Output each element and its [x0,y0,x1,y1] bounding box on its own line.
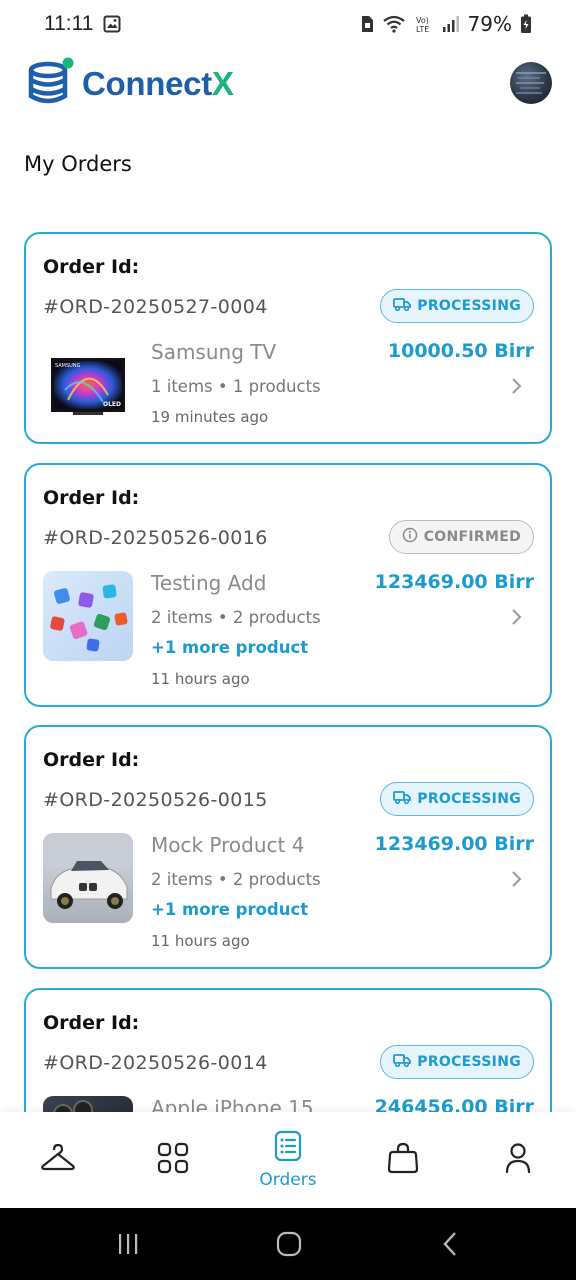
order-card[interactable]: Order Id: #ORD-20250527-0004 PROCESSING … [24,232,552,444]
nav-item-cart[interactable] [353,1112,453,1208]
image-notification-icon [103,15,121,33]
wifi-icon [382,15,406,33]
status-badge: PROCESSING [380,1045,534,1079]
order-time: 19 minutes ago [151,408,269,426]
order-id-label: Order Id: [43,487,140,509]
nav-item-home[interactable] [8,1112,108,1208]
order-id: #ORD-20250526-0014 [43,1052,268,1074]
grid-icon [157,1142,189,1178]
order-meta: 1 items • 1 products [151,377,321,396]
volte-icon: Vo) LTE [414,14,434,34]
recent-apps-button[interactable] [116,1230,140,1258]
database-logo-icon [28,56,74,112]
samsung-tv-thumb: SAMSUNG OLED [43,340,133,430]
info-circle-icon [402,527,418,547]
svg-text:SAMSUNG: SAMSUNG [55,363,81,369]
nav-item-orders[interactable]: Orders [238,1112,338,1208]
bottom-nav: Orders [0,1112,576,1208]
bag-icon [387,1142,419,1178]
truck-icon [393,790,412,808]
chevron-right-icon[interactable] [510,376,524,396]
system-nav-bar [0,1208,576,1280]
product-name: Apple iPhone 15 [151,1096,314,1112]
nav-label-orders: Orders [259,1170,317,1190]
nav-item-categories[interactable] [123,1112,223,1208]
order-price: 123469.00 Birr [374,833,534,855]
status-time: 11:11 [44,12,94,35]
truck-icon [393,1053,412,1071]
connectx-logo[interactable]: ConnectX [28,56,234,112]
svg-text:OLED: OLED [103,401,121,408]
svg-text:Vo): Vo) [416,16,429,25]
back-button[interactable] [440,1230,460,1258]
chevron-right-icon[interactable] [510,607,524,627]
order-card[interactable]: Order Id: #ORD-20250526-0014 PROCESSING … [24,988,552,1112]
status-badge: PROCESSING [380,782,534,816]
nav-item-profile[interactable] [468,1112,568,1208]
app-header: ConnectX [0,54,576,114]
car-thumb [43,833,133,923]
chevron-right-icon[interactable] [510,869,524,889]
product-name: Mock Product 4 [151,833,305,857]
status-bar: 11:11 Vo) LTE 79% [0,0,576,48]
logo-text: ConnectX [82,65,234,102]
order-price: 10000.50 Birr [387,340,534,362]
more-products-link[interactable]: +1 more product [151,900,308,919]
order-id: #ORD-20250527-0004 [43,296,268,318]
order-price: 246456.00 Birr [374,1096,534,1112]
product-name: Testing Add [151,571,267,595]
app-icons-thumb [43,571,133,661]
order-time: 11 hours ago [151,932,250,950]
avatar[interactable] [510,62,552,104]
order-card[interactable]: Order Id: #ORD-20250526-0015 PROCESSING … [24,725,552,969]
order-card[interactable]: Order Id: #ORD-20250526-0016 CONFIRMED T… [24,463,552,707]
orders-list-icon [274,1130,302,1166]
battery-icon [520,14,532,34]
order-id-label: Order Id: [43,256,140,278]
orders-list[interactable]: Order Id: #ORD-20250527-0004 PROCESSING … [24,232,552,1112]
signal-icon [442,15,460,33]
sim-icon [360,15,374,33]
svg-text:LTE: LTE [416,25,429,34]
order-id: #ORD-20250526-0016 [43,527,268,549]
status-badge: CONFIRMED [388,520,534,554]
order-id-label: Order Id: [43,1012,140,1034]
status-badge: PROCESSING [380,289,534,323]
iphone-thumb [43,1096,133,1112]
more-products-link[interactable]: +1 more product [151,638,308,657]
home-button[interactable] [275,1230,303,1258]
order-meta: 2 items • 2 products [151,608,321,627]
product-name: Samsung TV [151,340,277,364]
hanger-icon [40,1142,76,1178]
profile-icon [504,1142,532,1178]
order-price: 123469.00 Birr [374,571,534,593]
battery-percent: 79% [467,12,512,36]
order-time: 11 hours ago [151,670,250,688]
order-id-label: Order Id: [43,749,140,771]
truck-icon [393,297,412,315]
order-meta: 2 items • 2 products [151,870,321,889]
page-title: My Orders [24,152,132,176]
order-id: #ORD-20250526-0015 [43,789,268,811]
